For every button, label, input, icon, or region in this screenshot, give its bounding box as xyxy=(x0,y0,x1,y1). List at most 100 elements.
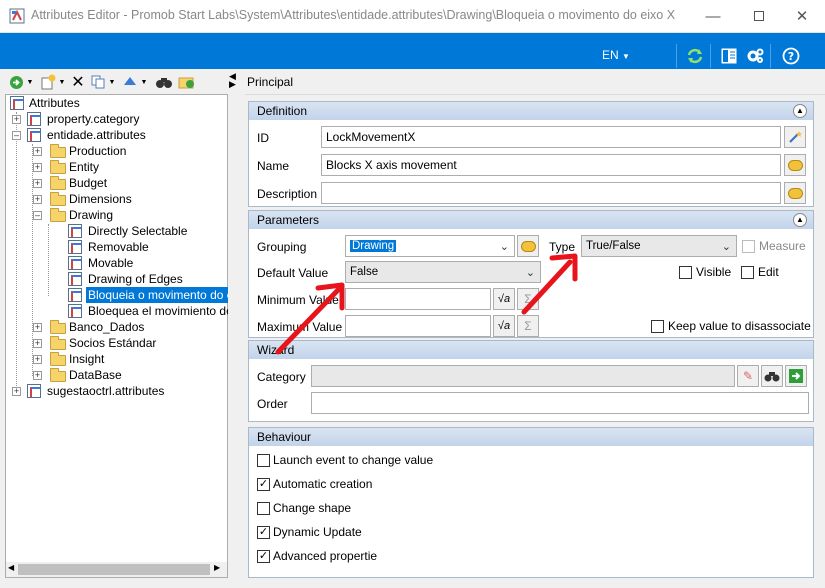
tree-item-insight[interactable]: Insight xyxy=(69,351,104,367)
new-button[interactable] xyxy=(8,73,24,91)
collapse-up-icon[interactable]: ▲ xyxy=(793,104,807,118)
expand-icon[interactable]: + xyxy=(33,323,42,332)
description-translate-button[interactable] xyxy=(784,182,806,204)
max-sum-button[interactable]: Σ xyxy=(517,315,539,337)
expand-icon[interactable]: + xyxy=(33,339,42,348)
visible-checkbox[interactable] xyxy=(679,266,692,279)
move-dropdown[interactable]: ▼ xyxy=(140,73,148,91)
copy-dropdown[interactable]: ▼ xyxy=(108,73,116,91)
collapse-icon[interactable]: – xyxy=(33,211,42,220)
category-go-button[interactable] xyxy=(785,365,807,387)
tree-item-drawing[interactable]: Drawing xyxy=(69,207,113,223)
delete-icon: ✕ xyxy=(71,74,85,91)
tree-item-sugestaoctrl[interactable]: sugestaoctrl.attributes xyxy=(47,383,164,399)
definition-panel: Definition ▲ ID LockMovementX Name Block… xyxy=(248,101,814,207)
expand-icon[interactable]: + xyxy=(12,387,21,396)
expand-icon[interactable]: + xyxy=(33,355,42,364)
scroll-right-icon[interactable]: ▶ xyxy=(214,563,220,572)
change-shape-checkbox[interactable] xyxy=(257,502,270,515)
expand-icon[interactable]: + xyxy=(33,147,42,156)
id-input[interactable]: LockMovementX xyxy=(321,126,781,148)
tree-item-production[interactable]: Production xyxy=(69,143,126,159)
settings-button[interactable] xyxy=(744,45,766,67)
parameters-title: Parameters xyxy=(257,213,320,227)
maximize-button[interactable] xyxy=(736,0,782,32)
tree-item-socios-estandar[interactable]: Socios Estándar xyxy=(69,335,156,351)
tree-item-dimensions[interactable]: Dimensions xyxy=(69,191,132,207)
name-translate-button[interactable] xyxy=(784,154,806,176)
tree-item-entidade-attributes[interactable]: entidade.attributes xyxy=(47,127,146,143)
order-input[interactable] xyxy=(311,392,809,414)
id-wand-button[interactable] xyxy=(784,126,806,148)
expand-icon[interactable]: + xyxy=(33,163,42,172)
new-item-button[interactable] xyxy=(40,73,56,91)
automatic-creation-checkbox[interactable]: ✓ xyxy=(257,478,270,491)
category-clear-button[interactable]: ✎ xyxy=(737,365,759,387)
launch-event-checkbox[interactable] xyxy=(257,454,270,467)
app-icon xyxy=(9,8,25,24)
minimum-value-input[interactable] xyxy=(345,288,491,310)
default-value-label: Default Value xyxy=(257,266,329,280)
tree-item-budget[interactable]: Budget xyxy=(69,175,107,191)
tree-item-database[interactable]: DataBase xyxy=(69,367,122,383)
max-formula-button[interactable]: √a xyxy=(493,315,515,337)
tree-item-bloqueia-selected[interactable]: Bloqueia o movimento do ei xyxy=(86,287,228,303)
tree-item-attributes[interactable]: Attributes xyxy=(29,95,80,111)
close-window-button[interactable]: ✕ xyxy=(779,0,825,32)
keep-value-checkbox[interactable] xyxy=(651,320,664,333)
refresh-button[interactable] xyxy=(684,45,706,67)
name-input[interactable]: Blocks X axis movement xyxy=(321,154,781,176)
move-button[interactable] xyxy=(122,73,138,91)
tree-item-removable[interactable]: Removable xyxy=(88,239,149,255)
category-input[interactable] xyxy=(311,365,735,387)
tree-item-directly-selectable[interactable]: Directly Selectable xyxy=(88,223,187,239)
grouping-translate-button[interactable] xyxy=(517,235,539,257)
speech-bubble-icon xyxy=(787,187,803,199)
tree-item-drawing-of-edges[interactable]: Drawing of Edges xyxy=(88,271,183,287)
copy-button[interactable] xyxy=(90,73,106,91)
expand-icon[interactable]: + xyxy=(33,195,42,204)
language-label: EN xyxy=(602,48,619,62)
advanced-propertie-checkbox[interactable]: ✓ xyxy=(257,550,270,563)
attribute-icon xyxy=(68,224,82,238)
description-input[interactable] xyxy=(321,182,781,204)
help-button[interactable]: ? xyxy=(780,45,802,67)
chevron-down-icon: ⌄ xyxy=(499,241,509,253)
min-sum-button[interactable]: Σ xyxy=(517,288,539,310)
type-combo[interactable]: True/False ⌄ xyxy=(581,235,737,257)
collapse-up-icon[interactable]: ▲ xyxy=(793,213,807,227)
expand-icon[interactable]: + xyxy=(33,179,42,188)
principal-tab[interactable]: Principal xyxy=(247,75,293,89)
min-formula-button[interactable]: √a xyxy=(493,288,515,310)
new-item-dropdown[interactable]: ▼ xyxy=(58,73,66,91)
splitter-handle[interactable]: ◀ ▶ xyxy=(229,72,236,89)
expand-icon[interactable]: + xyxy=(33,371,42,380)
default-value-combo[interactable]: False ⌄ xyxy=(345,261,541,283)
edit-checkbox[interactable] xyxy=(741,266,754,279)
tree-item-entity[interactable]: Entity xyxy=(69,159,99,175)
scrollbar-thumb[interactable] xyxy=(18,564,210,575)
find-button[interactable] xyxy=(155,73,173,91)
folder-refresh-button[interactable] xyxy=(178,73,196,91)
window-title: Attributes Editor - Promob Start Labs\Sy… xyxy=(31,8,676,22)
minimum-value-label: Minimum Value xyxy=(257,293,339,307)
new-dropdown[interactable]: ▼ xyxy=(26,73,34,91)
dynamic-update-checkbox[interactable]: ✓ xyxy=(257,526,270,539)
measure-checkbox[interactable] xyxy=(742,240,755,253)
expand-icon[interactable]: + xyxy=(12,115,21,124)
delete-button[interactable]: ✕ xyxy=(70,73,86,91)
language-selector[interactable]: EN ▼ xyxy=(602,48,630,62)
scroll-left-icon[interactable]: ◀ xyxy=(8,563,14,572)
grouping-combo[interactable]: Drawing ⌄ xyxy=(345,235,515,257)
collapse-icon[interactable]: – xyxy=(12,131,21,140)
folder-icon xyxy=(50,320,66,334)
maximum-value-input[interactable] xyxy=(345,315,491,337)
tree-item-bloequea[interactable]: Bloequea el movimiento del xyxy=(88,303,228,319)
minimize-button[interactable]: — xyxy=(690,0,736,32)
tree-item-movable[interactable]: Movable xyxy=(88,255,133,271)
layout-button[interactable] xyxy=(718,45,740,67)
tree-item-banco-dados[interactable]: Banco_Dados xyxy=(69,319,144,335)
tree-item-property-category[interactable]: property.category xyxy=(47,111,140,127)
wizard-title: Wizard xyxy=(257,343,295,357)
category-search-button[interactable] xyxy=(761,365,783,387)
